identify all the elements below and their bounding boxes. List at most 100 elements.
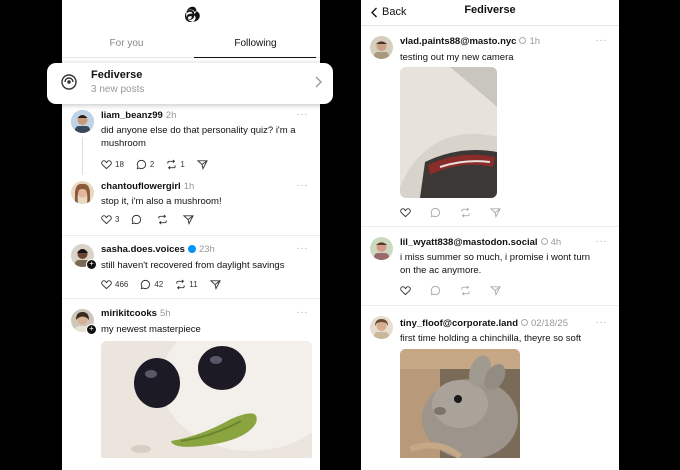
thread-line bbox=[82, 137, 83, 175]
fediverse-card-title: Fediverse bbox=[91, 69, 143, 81]
post-image[interactable] bbox=[101, 341, 312, 461]
reply-button[interactable] bbox=[430, 285, 444, 296]
post-time: 2h bbox=[165, 110, 177, 121]
post-time: 02/18/25 bbox=[531, 318, 568, 329]
avatar[interactable] bbox=[370, 237, 393, 260]
feed-post[interactable]: + sasha.does.voices 23h ··· still haven't… bbox=[62, 240, 320, 298]
post-author[interactable]: mirikitcooks 5h bbox=[101, 308, 171, 319]
feed-post[interactable]: lil_wyatt838@mastodon.social 4h ··· i mis… bbox=[361, 231, 619, 305]
like-button[interactable]: 18 bbox=[101, 159, 124, 170]
reply-button[interactable] bbox=[430, 207, 444, 218]
share-button[interactable] bbox=[490, 285, 504, 296]
more-options-icon[interactable]: ··· bbox=[297, 180, 309, 191]
post-author[interactable]: chantouflowergirl 1h bbox=[101, 181, 194, 192]
repost-button[interactable]: 11 bbox=[175, 279, 198, 290]
comment-icon bbox=[132, 214, 142, 225]
post-text: still haven't recovered from daylight sa… bbox=[101, 260, 285, 271]
avatar[interactable] bbox=[370, 36, 393, 59]
repost-icon bbox=[167, 159, 176, 170]
like-button[interactable]: 3 bbox=[101, 214, 119, 225]
back-button[interactable]: Back bbox=[370, 6, 406, 18]
bottom-nav-bar bbox=[62, 458, 320, 470]
more-options-icon[interactable]: ··· bbox=[596, 35, 608, 46]
heart-icon bbox=[101, 280, 112, 290]
reply-button[interactable] bbox=[131, 214, 145, 225]
post-author[interactable]: lil_wyatt838@mastodon.social 4h bbox=[400, 237, 561, 248]
like-button[interactable]: 466 bbox=[101, 279, 128, 290]
reply-button[interactable]: 2 bbox=[136, 159, 154, 170]
verified-badge-icon bbox=[187, 245, 196, 253]
fediverse-card-subtitle: 3 new posts bbox=[91, 84, 145, 95]
more-options-icon[interactable]: ··· bbox=[297, 109, 309, 120]
heart-icon bbox=[400, 286, 411, 296]
reply-button[interactable]: 42 bbox=[140, 279, 163, 290]
share-button[interactable] bbox=[183, 214, 197, 225]
post-author[interactable]: tiny_floof@corporate.land 02/18/25 bbox=[400, 318, 568, 329]
avatar[interactable] bbox=[71, 181, 94, 204]
bottom-nav-bar bbox=[361, 458, 619, 470]
avatar[interactable]: + bbox=[71, 309, 97, 335]
post-text: first time holding a chinchilla, theyre … bbox=[400, 333, 582, 344]
post-author[interactable]: liam_beanz99 2h bbox=[101, 110, 176, 121]
more-options-icon[interactable]: ··· bbox=[297, 307, 309, 318]
follow-plus-icon[interactable]: + bbox=[86, 324, 97, 335]
car-photo-image bbox=[400, 67, 497, 198]
post-text: my newest masterpiece bbox=[101, 324, 201, 335]
comment-icon bbox=[430, 285, 441, 296]
header-divider bbox=[361, 25, 619, 26]
fediverse-badge-icon bbox=[521, 319, 528, 326]
avatar[interactable]: + bbox=[71, 244, 97, 270]
post-divider bbox=[62, 298, 320, 299]
back-label: Back bbox=[382, 6, 407, 18]
post-author[interactable]: vlad.paints88@masto.nyc 1h bbox=[400, 36, 540, 47]
post-time: 1h bbox=[529, 36, 541, 47]
post-divider bbox=[62, 235, 320, 236]
comment-icon bbox=[430, 207, 441, 218]
post-actions: 18 2 1 bbox=[101, 159, 223, 170]
comment-icon bbox=[141, 279, 151, 290]
tab-for-you[interactable]: For you bbox=[62, 38, 191, 49]
avatar[interactable] bbox=[370, 316, 393, 339]
repost-button[interactable] bbox=[460, 285, 474, 296]
post-time: 1h bbox=[183, 181, 195, 192]
repost-button[interactable] bbox=[460, 207, 474, 218]
post-image[interactable] bbox=[400, 349, 520, 464]
feed-post[interactable]: tiny_floof@corporate.land 02/18/25 ··· fi… bbox=[361, 310, 619, 470]
fediverse-card[interactable]: Fediverse 3 new posts bbox=[47, 63, 333, 104]
tab-following[interactable]: Following bbox=[191, 38, 320, 49]
send-icon bbox=[209, 280, 221, 290]
repost-button[interactable]: 1 bbox=[166, 159, 185, 170]
feed-post[interactable]: + mirikitcooks 5h ··· my newest masterpie… bbox=[62, 304, 320, 470]
heart-icon bbox=[101, 215, 112, 225]
fediverse-badge-icon bbox=[540, 238, 548, 245]
food-face-image bbox=[101, 341, 312, 461]
post-text: stop it, i'm also a mushroom! bbox=[101, 196, 222, 207]
post-author[interactable]: sasha.does.voices 23h bbox=[101, 244, 215, 255]
feed-post[interactable]: liam_beanz99 2h ··· did anyone else do th… bbox=[62, 106, 320, 176]
follow-plus-icon[interactable]: + bbox=[86, 259, 97, 270]
heart-icon bbox=[101, 160, 112, 170]
share-button[interactable] bbox=[196, 159, 211, 170]
share-button[interactable] bbox=[490, 207, 504, 218]
repost-icon bbox=[461, 207, 470, 218]
more-options-icon[interactable]: ··· bbox=[596, 317, 608, 328]
post-actions bbox=[400, 207, 516, 218]
post-actions: 3 bbox=[101, 214, 209, 225]
repost-button[interactable] bbox=[157, 214, 171, 225]
fediverse-icon bbox=[61, 74, 77, 90]
like-button[interactable] bbox=[400, 285, 414, 296]
repost-icon bbox=[158, 214, 168, 225]
share-button[interactable] bbox=[209, 279, 224, 290]
feed-post[interactable]: vlad.paints88@masto.nyc 1h ··· testing ou… bbox=[361, 30, 619, 226]
threads-logo-icon[interactable] bbox=[178, 3, 202, 27]
more-options-icon[interactable]: ··· bbox=[297, 243, 309, 254]
post-actions bbox=[400, 285, 516, 296]
post-image[interactable] bbox=[400, 67, 497, 198]
fediverse-badge-icon bbox=[519, 37, 527, 44]
send-icon bbox=[490, 208, 501, 218]
more-options-icon[interactable]: ··· bbox=[596, 236, 608, 247]
feed-post[interactable]: chantouflowergirl 1h ··· stop it, i'm als… bbox=[62, 178, 320, 236]
avatar[interactable] bbox=[71, 110, 94, 133]
like-button[interactable] bbox=[400, 207, 414, 218]
post-text: did anyone else do that personality quiz… bbox=[101, 125, 296, 149]
